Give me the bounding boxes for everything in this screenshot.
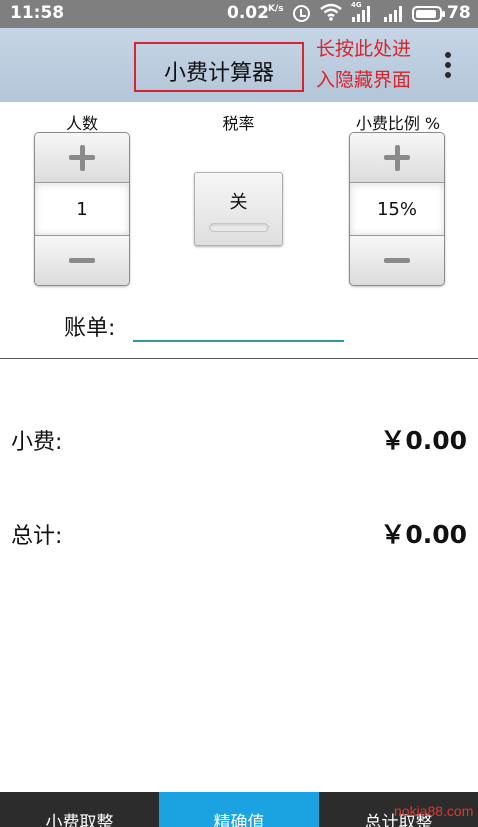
people-label: 人数 [65,114,98,133]
status-time: 11:58 [10,3,65,23]
tip-rate-increment-button[interactable] [350,133,444,183]
people-decrement-button[interactable] [35,235,129,285]
alarm-icon [293,5,310,22]
minus-icon [384,258,410,263]
watermark: nokia88.com [394,803,474,819]
battery-icon [412,6,445,22]
toggle-indicator [209,223,269,232]
overflow-menu-icon[interactable] [442,50,454,80]
action-bar: 小费计算器 长按此处进 入隐藏界面 [0,28,478,102]
tip-rate-stepper: 15% [349,132,445,286]
minus-icon [69,258,95,263]
tax-toggle-button[interactable]: 关 [194,172,283,246]
total-result-value: ￥0.00 [380,520,467,549]
cell-signal-icon [350,6,372,22]
wifi-icon [320,3,342,26]
tax-toggle-label: 关 [229,192,248,213]
people-increment-button[interactable] [35,133,129,183]
people-stepper: 1 [34,132,130,286]
annotation-line-2: 入隐藏界面 [316,69,412,91]
total-result-label: 总计: [11,524,63,549]
battery-level: 78 [447,3,471,23]
cell-signal-icon [382,6,404,22]
tip-rate-decrement-button[interactable] [350,235,444,285]
net-speed: 0.02 [227,3,269,23]
tip-rate-label: 小费比例 % [355,114,441,133]
tab-round-tip[interactable]: 小费取整 [0,792,159,827]
tax-label: 税率 [222,114,255,133]
annotation-note: 长按此处进 入隐藏界面 [316,34,436,96]
tip-rate-value: 15% [350,184,444,235]
divider [0,358,478,359]
annotation-line-1: 长按此处进 [316,38,412,60]
title-highlight[interactable]: 小费计算器 [134,42,304,92]
net-speed-unit: K/s [268,4,284,14]
bill-input[interactable] [133,306,344,342]
status-bar: 11:58 0.02 K/s 4G 78 [0,0,478,28]
people-value: 1 [35,184,129,235]
tip-result-value: ￥0.00 [380,426,467,455]
tip-result-label: 小费: [11,430,63,455]
page-title[interactable]: 小费计算器 [136,55,302,87]
bill-label: 账单: [64,316,116,341]
tab-exact-value[interactable]: 精确值 [159,792,319,827]
